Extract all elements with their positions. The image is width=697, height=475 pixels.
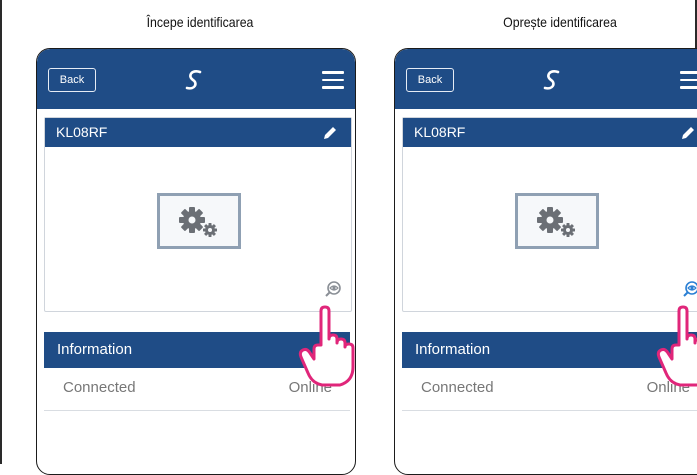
info-row-label: Connected bbox=[421, 379, 494, 396]
device-name: KL08RF bbox=[56, 124, 108, 140]
phone-screen-right: Back KL08RF Information Connected Online bbox=[394, 48, 697, 475]
logo-icon bbox=[185, 70, 202, 90]
identify-eye-icon[interactable] bbox=[324, 280, 342, 298]
phone-screen-left: Back KL08RF Information Connected Online bbox=[36, 48, 356, 475]
menu-icon[interactable] bbox=[322, 71, 344, 89]
back-button[interactable]: Back bbox=[48, 68, 96, 92]
information-title: Information bbox=[57, 341, 133, 358]
caption-stop-identify: Oprește identificarea bbox=[503, 14, 617, 30]
device-card: KL08RF bbox=[402, 117, 697, 312]
information-header: Information bbox=[402, 332, 697, 368]
pencil-icon[interactable] bbox=[321, 124, 339, 142]
identify-eye-icon[interactable] bbox=[682, 280, 697, 298]
device-header: KL08RF bbox=[403, 118, 697, 147]
menu-icon[interactable] bbox=[680, 71, 697, 89]
device-name: KL08RF bbox=[414, 124, 466, 140]
logo-icon bbox=[543, 70, 560, 90]
caption-start-identify: Începe identificarea bbox=[146, 14, 254, 30]
pencil-icon[interactable] bbox=[679, 124, 697, 142]
device-header: KL08RF bbox=[45, 118, 351, 147]
information-title: Information bbox=[415, 341, 491, 358]
back-button[interactable]: Back bbox=[406, 68, 454, 92]
settings-gears-icon bbox=[515, 193, 599, 249]
device-card: KL08RF bbox=[44, 117, 352, 312]
info-row-label: Connected bbox=[63, 379, 136, 396]
pointing-hand-icon bbox=[656, 305, 697, 387]
frame-border-left bbox=[0, 0, 2, 464]
pointing-hand-icon bbox=[298, 305, 355, 387]
info-row-connected: Connected Online bbox=[402, 369, 697, 411]
top-bar: Back bbox=[395, 49, 697, 109]
settings-gears-icon bbox=[157, 193, 241, 249]
top-bar: Back bbox=[37, 49, 355, 109]
